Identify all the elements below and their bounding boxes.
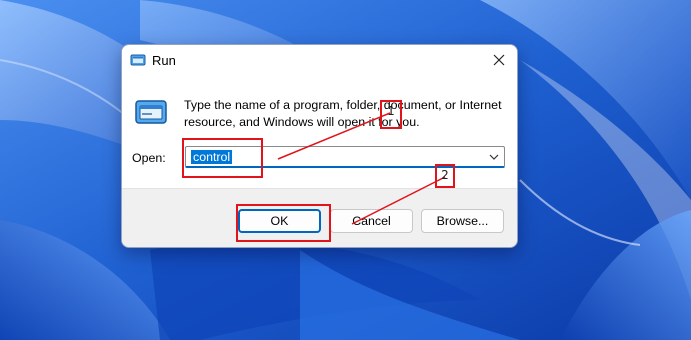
dialog-content: Type the name of a program, folder, docu… [122, 75, 517, 188]
title-bar[interactable]: Run [122, 45, 517, 75]
open-input-value[interactable]: control [191, 150, 233, 164]
dialog-footer: OK Cancel Browse... [122, 188, 517, 247]
open-combobox[interactable]: control [185, 146, 505, 168]
run-icon [130, 54, 146, 66]
run-dialog: Run Type the name of a program, folder, … [121, 44, 518, 248]
close-icon [493, 54, 505, 66]
dialog-title: Run [152, 53, 176, 68]
chevron-down-icon[interactable] [488, 150, 500, 164]
browse-button[interactable]: Browse... [421, 209, 504, 233]
close-button[interactable] [487, 50, 511, 70]
ok-button[interactable]: OK [238, 209, 321, 233]
marker-label-2: 2 [441, 168, 449, 182]
marker-label-1: 1 [387, 104, 395, 118]
run-program-icon [135, 100, 167, 124]
dialog-description: Type the name of a program, folder, docu… [184, 98, 502, 129]
cancel-button[interactable]: Cancel [330, 209, 413, 233]
open-label: Open: [132, 151, 166, 165]
